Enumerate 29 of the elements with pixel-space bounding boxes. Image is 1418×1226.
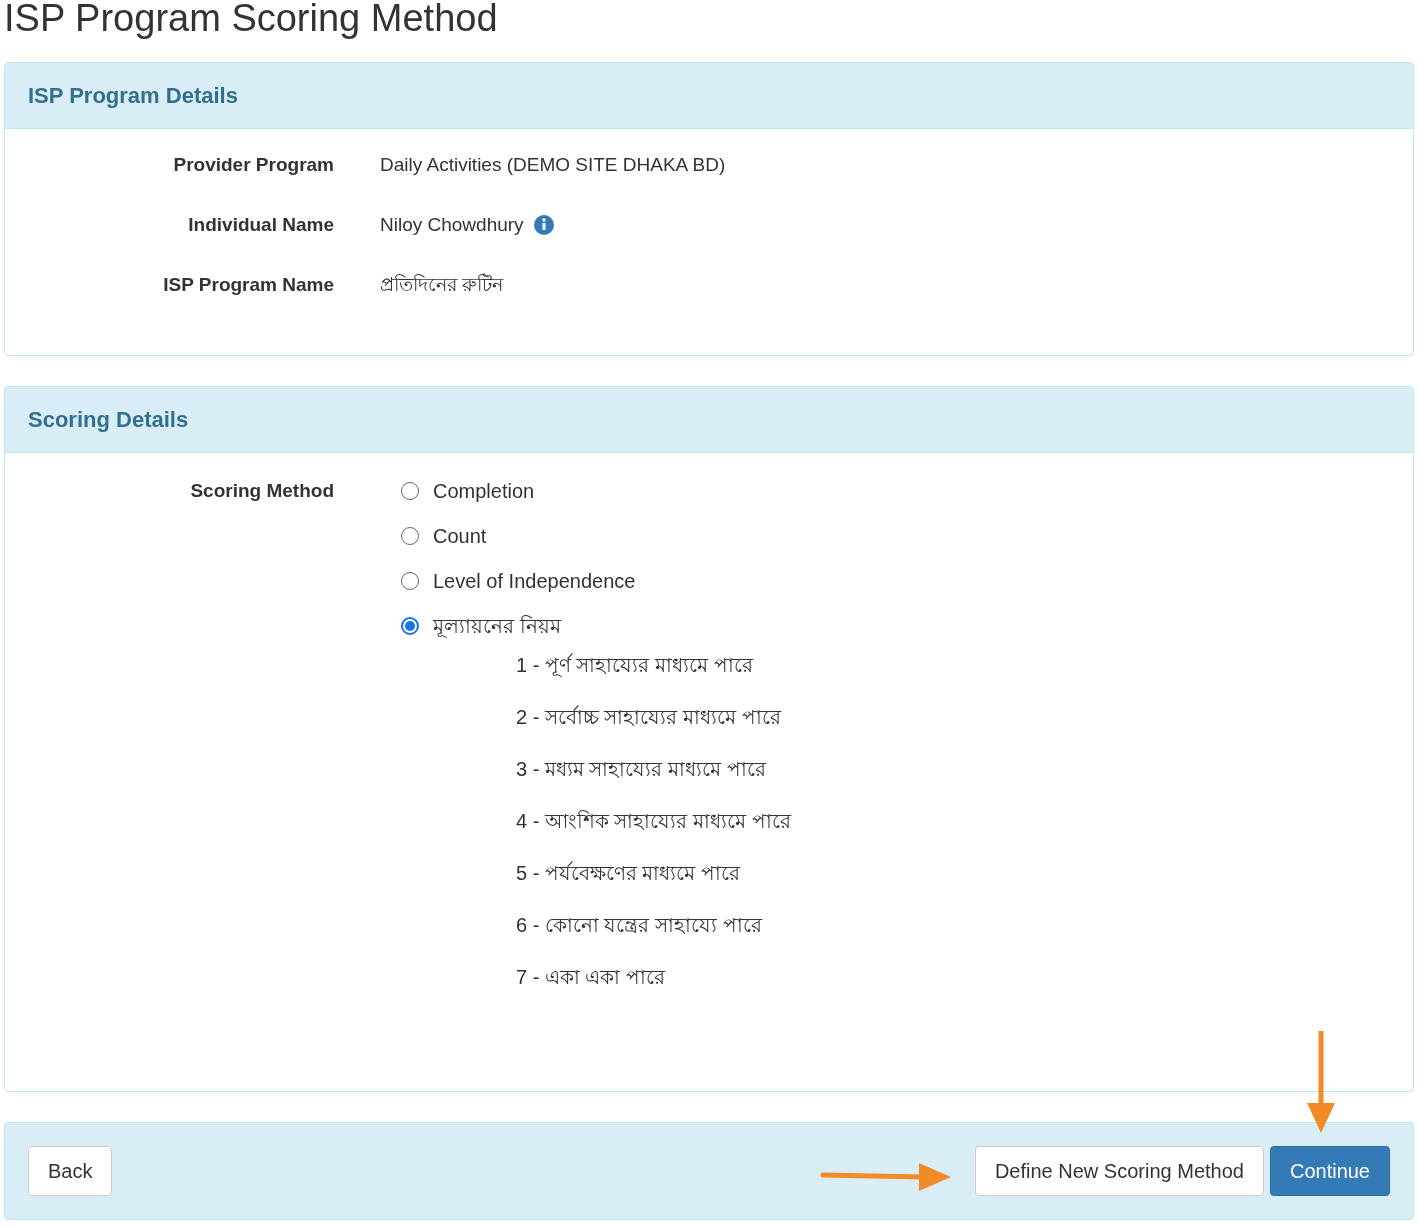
- panel-heading: ISP Program Details: [28, 82, 238, 110]
- continue-button[interactable]: Continue: [1269, 1146, 1390, 1196]
- level-text: 7 - একা একা পারে: [516, 965, 667, 990]
- field-label: Individual Name: [187, 212, 334, 237]
- radio-option[interactable]: Completion: [401, 479, 791, 503]
- field-label: Provider Program: [172, 152, 334, 177]
- back-button[interactable]: Back: [28, 1146, 113, 1196]
- page-title: ISP Program Scoring Method: [3, 0, 499, 41]
- level-text: 3 - মধ্যম সাহায্যের মাধ্যমে পারে: [516, 757, 768, 782]
- radio-button[interactable]: [401, 527, 419, 545]
- radio-option[interactable]: মূল্যায়নের নিয়ম: [401, 614, 791, 638]
- radio-button[interactable]: [401, 482, 419, 500]
- field-label: ISP Program Name: [162, 272, 334, 297]
- level-text: 2 - সর্বোচ্চ সাহায্যের মাধ্যমে পারে: [516, 704, 783, 730]
- level-text: 5 - পর্যবেক্ষণের মাধ্যমে পারে: [516, 860, 742, 886]
- radio-button[interactable]: [401, 572, 419, 590]
- radio-button[interactable]: [401, 617, 419, 635]
- info-icon[interactable]: [533, 215, 554, 235]
- level-text: 1 - পূর্ণ সাহায্যের মাধ্যমে পারে: [516, 652, 755, 678]
- define-scoring-button[interactable]: Define New Scoring Method: [974, 1146, 1264, 1196]
- field-label: Scoring Method: [189, 479, 334, 503]
- field-value: Niloy Chowdhury: [380, 212, 524, 237]
- level-text: 6 - কোনো যন্ত্রের সাহায্যে পারে: [516, 913, 764, 938]
- radio-option[interactable]: Count: [401, 524, 791, 548]
- field-value: Daily Activities (DEMO SITE DHAKA BD): [380, 152, 726, 177]
- field-value: প্রতিদিনের রুটিন: [380, 272, 504, 297]
- radio-option[interactable]: Level of Independence: [401, 569, 791, 593]
- panel-heading: Scoring Details: [28, 406, 189, 434]
- level-text: 4 - আংশিক সাহায্যের মাধ্যমে পারে: [516, 809, 791, 834]
